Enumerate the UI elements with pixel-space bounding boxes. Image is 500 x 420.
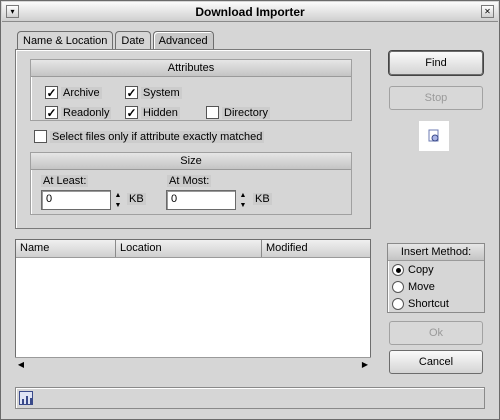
spin-up-icon[interactable]: ▲ [113,190,123,200]
checkmark-icon: ✓ [45,85,58,100]
radio-copy[interactable]: Copy [392,264,434,276]
horizontal-scrollbar[interactable]: ◀ ▶ [15,357,371,371]
insert-method-group: Insert Method: Copy Move Shortcut [387,243,485,313]
archive-label: Archive [61,86,102,99]
status-icon [19,391,33,405]
system-checkbox[interactable]: ✓ System [125,86,182,99]
radio-shortcut-label: Shortcut [408,298,449,310]
hidden-checkbox[interactable]: ✓ Hidden [125,106,180,119]
directory-label: Directory [222,106,271,119]
search-animation-icon [419,121,449,151]
checkmark-icon: ✓ [45,105,58,120]
results-header: Name Location Modified [16,240,370,258]
window-title: Download Importer [195,4,305,19]
tab-date[interactable]: Date [115,31,151,50]
advanced-tab-panel: Attributes ✓ Archive ✓ System ✓ Readonly… [15,49,371,229]
download-importer-window: ▾ Download Importer ✕ Name & Location Da… [0,0,500,420]
spin-down-icon[interactable]: ▼ [238,200,248,210]
spin-down-icon[interactable]: ▼ [113,200,123,210]
checkmark-icon: ✓ [125,85,138,100]
column-modified[interactable]: Modified [262,240,370,257]
hidden-label: Hidden [141,106,180,119]
at-most-unit: KB [253,193,272,205]
unchecked-box-icon [206,106,219,119]
at-least-label: At Least: [41,175,89,187]
archive-checkbox[interactable]: ✓ Archive [45,86,102,99]
radio-move-label: Move [408,281,435,293]
attributes-group: Attributes ✓ Archive ✓ System ✓ Readonly… [30,59,352,121]
checkmark-icon: ✓ [125,105,138,120]
radio-unselected-icon [392,281,404,293]
system-label: System [141,86,182,99]
results-list[interactable]: Name Location Modified [15,239,371,371]
size-header: Size [31,153,351,170]
at-most-label: At Most: [167,175,212,187]
insert-method-header: Insert Method: [388,244,484,261]
find-button[interactable]: Find [389,51,483,75]
radio-move[interactable]: Move [392,281,435,293]
ok-button[interactable]: Ok [389,321,483,345]
attributes-header: Attributes [31,60,351,77]
cancel-button[interactable]: Cancel [389,350,483,374]
tab-advanced[interactable]: Advanced [152,31,214,50]
scroll-left-icon[interactable]: ◀ [15,360,27,369]
stop-button[interactable]: Stop [389,86,483,110]
title-bar: ▾ Download Importer ✕ [2,2,498,22]
at-least-unit: KB [127,193,146,205]
readonly-label: Readonly [61,106,112,119]
readonly-checkbox[interactable]: ✓ Readonly [45,105,112,120]
directory-checkbox[interactable]: Directory [206,106,271,119]
at-least-input[interactable]: 0 [41,190,111,210]
at-most-input[interactable]: 0 [166,190,236,210]
column-location[interactable]: Location [116,240,262,257]
exact-match-checkbox[interactable]: Select files only if attribute exactly m… [34,130,265,143]
tab-strip: Name & Location Date Advanced [17,31,216,51]
at-most-spinner[interactable]: ▲ ▼ [238,190,248,210]
radio-copy-label: Copy [408,264,434,276]
unchecked-box-icon [34,130,47,143]
radio-selected-icon [392,264,404,276]
size-group: Size At Least: 0 ▲ ▼ KB At Most: 0 ▲ ▼ K… [30,152,352,215]
at-least-spinner[interactable]: ▲ ▼ [113,190,123,210]
spin-up-icon[interactable]: ▲ [238,190,248,200]
column-name[interactable]: Name [16,240,116,257]
radio-shortcut[interactable]: Shortcut [392,298,449,310]
radio-unselected-icon [392,298,404,310]
exact-match-label: Select files only if attribute exactly m… [50,130,265,143]
tab-name-location[interactable]: Name & Location [17,31,114,50]
close-button[interactable]: ✕ [481,5,494,18]
scroll-right-icon[interactable]: ▶ [359,360,371,369]
window-menu-button[interactable]: ▾ [6,5,19,18]
status-bar [15,387,485,409]
